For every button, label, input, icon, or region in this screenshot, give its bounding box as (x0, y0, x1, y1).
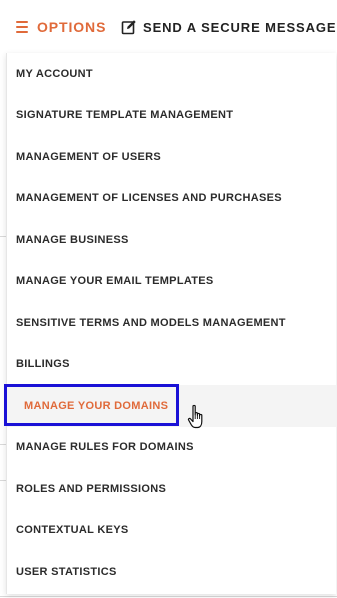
edit-message-icon (121, 20, 136, 35)
send-secure-message-button[interactable]: SEND A SECURE MESSAGE (121, 16, 336, 38)
menu-item-label: SIGNATURE TEMPLATE MANAGEMENT (16, 109, 234, 122)
hamburger-menu-icon (16, 21, 28, 33)
menu-item-label: CONTEXTUAL KEYS (16, 524, 129, 537)
send-secure-message-label: SEND A SECURE MESSAGE (143, 19, 337, 35)
menu-item-roles-and-permissions[interactable]: ROLES AND PERMISSIONS (7, 468, 336, 510)
background-divider (0, 596, 337, 597)
menu-item-manage-rules-for-domains[interactable]: MANAGE RULES FOR DOMAINS (7, 427, 336, 469)
options-label: OPTIONS (37, 19, 107, 35)
menu-item-management-of-licenses[interactable]: MANAGEMENT OF LICENSES AND PURCHASES (7, 178, 336, 220)
menu-item-label: BILLINGS (16, 358, 70, 371)
options-button[interactable]: OPTIONS (16, 16, 106, 38)
menu-item-label: ROLES AND PERMISSIONS (16, 482, 167, 495)
menu-item-my-account[interactable]: MY ACCOUNT (7, 53, 336, 95)
menu-item-label: MANAGE BUSINESS (16, 233, 129, 246)
menu-item-label: MANAGE RULES FOR DOMAINS (16, 441, 194, 454)
menu-item-label: MY ACCOUNT (16, 67, 93, 80)
menu-item-label: SENSITIVE TERMS AND MODELS MANAGEMENT (16, 316, 286, 329)
menu-item-contextual-keys[interactable]: CONTEXTUAL KEYS (7, 510, 336, 552)
options-dropdown-menu: MY ACCOUNT SIGNATURE TEMPLATE MANAGEMENT… (6, 53, 336, 594)
menu-item-label: USER STATISTICS (16, 565, 117, 578)
menu-item-management-of-users[interactable]: MANAGEMENT OF USERS (7, 136, 336, 178)
menu-item-label: MANAGE YOUR EMAIL TEMPLATES (16, 275, 214, 288)
menu-item-user-statistics[interactable]: USER STATISTICS (7, 551, 336, 593)
menu-item-manage-business[interactable]: MANAGE BUSINESS (7, 219, 336, 261)
menu-item-label: MANAGEMENT OF LICENSES AND PURCHASES (16, 192, 282, 205)
hand-pointer-cursor-icon (187, 404, 203, 429)
menu-item-label: MANAGE YOUR DOMAINS (24, 399, 169, 412)
page: OPTIONS SEND A SECURE MESSAGE MY ACCOUNT… (0, 0, 337, 598)
menu-item-manage-your-domains[interactable]: MANAGE YOUR DOMAINS (7, 385, 336, 427)
menu-item-sensitive-terms[interactable]: SENSITIVE TERMS AND MODELS MANAGEMENT (7, 302, 336, 344)
menu-item-manage-email-templates[interactable]: MANAGE YOUR EMAIL TEMPLATES (7, 261, 336, 303)
menu-item-signature-template-management[interactable]: SIGNATURE TEMPLATE MANAGEMENT (7, 95, 336, 137)
menu-item-billings[interactable]: BILLINGS (7, 344, 336, 386)
top-bar: OPTIONS SEND A SECURE MESSAGE (0, 0, 337, 54)
menu-item-label: MANAGEMENT OF USERS (16, 150, 162, 163)
